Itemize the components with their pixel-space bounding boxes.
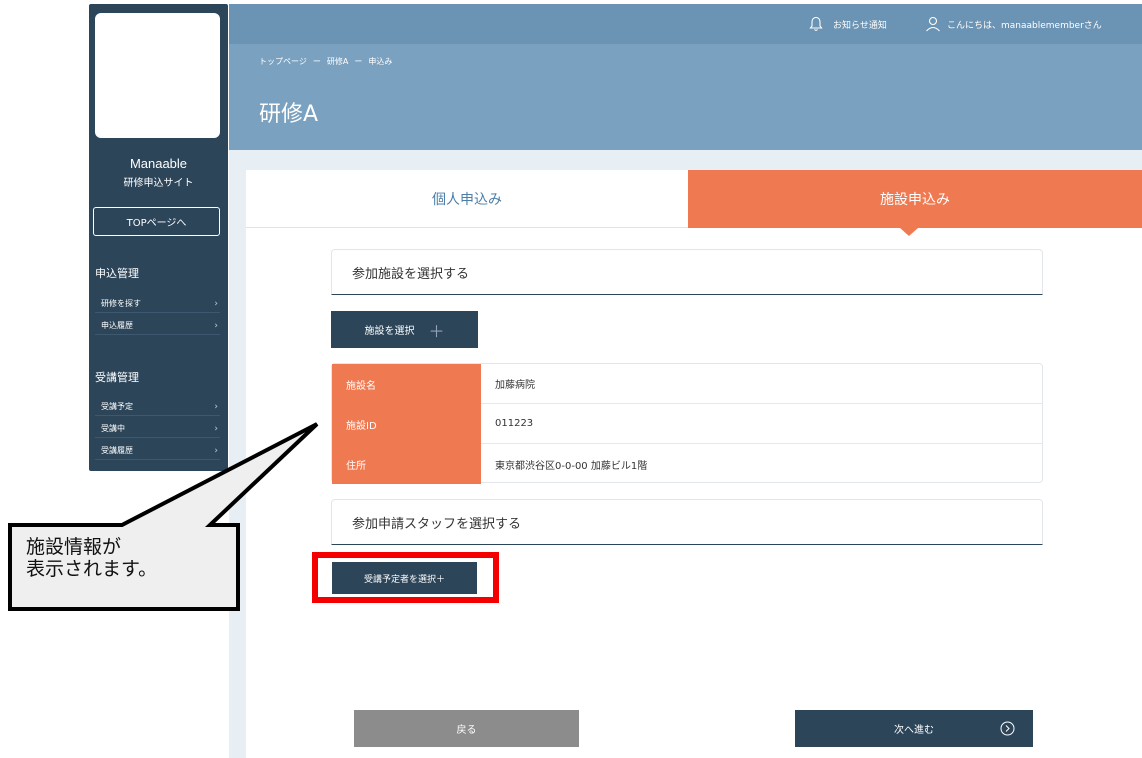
callout-bubble: [8, 422, 319, 611]
callout-text: 施設情報が 表示されます。: [26, 536, 157, 580]
callout-line-1: 施設情報が: [26, 536, 122, 558]
callout-line-2: 表示されます。: [26, 558, 158, 580]
